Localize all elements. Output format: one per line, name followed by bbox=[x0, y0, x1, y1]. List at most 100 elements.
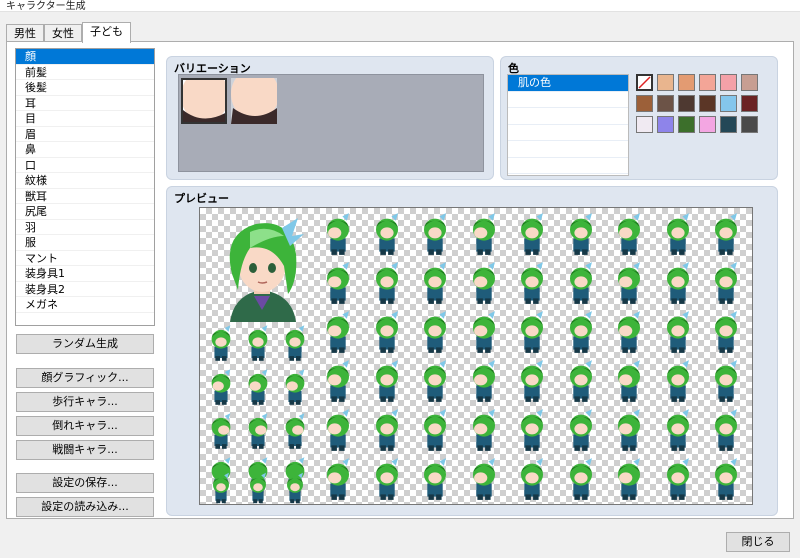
character-sprite bbox=[512, 212, 552, 259]
part-list-item[interactable]: 後髪 bbox=[16, 80, 154, 96]
walk-character-button[interactable]: 歩行キャラ... bbox=[16, 392, 154, 412]
character-sprite bbox=[512, 457, 552, 504]
part-list-item[interactable]: 鼻 bbox=[16, 142, 154, 158]
random-generate-button[interactable]: ランダム生成 bbox=[16, 334, 154, 354]
color-swatch[interactable] bbox=[741, 74, 758, 91]
close-button[interactable]: 閉じる bbox=[726, 532, 790, 552]
save-settings-button[interactable]: 設定の保存... bbox=[16, 473, 154, 493]
character-sprite bbox=[609, 457, 649, 504]
character-sprite bbox=[658, 212, 698, 259]
down-character-button[interactable]: 倒れキャラ... bbox=[16, 416, 154, 436]
list-item bbox=[508, 108, 628, 125]
load-settings-button[interactable]: 設定の読み込み... bbox=[16, 497, 154, 517]
character-sprite bbox=[512, 310, 552, 357]
part-list[interactable]: 顔前髪 後髪耳目眉鼻口紋様 獣耳 尻尾羽服マント 装身具1 装身具2 メガネ bbox=[15, 48, 155, 326]
character-sprite bbox=[561, 457, 601, 504]
character-sprite bbox=[609, 408, 649, 455]
color-swatch[interactable] bbox=[741, 95, 758, 112]
slash-icon bbox=[638, 76, 651, 89]
color-swatch[interactable] bbox=[720, 116, 737, 133]
character-sprite bbox=[280, 368, 310, 409]
character-sprite bbox=[206, 368, 236, 409]
color-swatch[interactable] bbox=[657, 116, 674, 133]
character-sprite bbox=[658, 359, 698, 406]
face-portrait bbox=[229, 218, 304, 322]
color-swatch[interactable] bbox=[636, 116, 653, 133]
part-list-item[interactable]: 口 bbox=[16, 158, 154, 173]
character-sprite bbox=[243, 368, 273, 409]
part-list-item[interactable]: 紋様 bbox=[16, 173, 154, 189]
preview-title: プレビュー bbox=[174, 192, 229, 205]
character-sprite bbox=[706, 310, 746, 357]
character-sprite bbox=[464, 261, 504, 308]
color-swatch[interactable] bbox=[657, 95, 674, 112]
part-list-item[interactable]: 顔 bbox=[16, 49, 154, 65]
part-list-item[interactable]: 装身具2 bbox=[16, 282, 154, 297]
character-sprite bbox=[243, 472, 273, 504]
color-swatch[interactable] bbox=[699, 116, 716, 133]
variation-group: バリエーション bbox=[166, 56, 494, 180]
character-sprite bbox=[706, 408, 746, 455]
character-sprite bbox=[464, 359, 504, 406]
color-swatch[interactable] bbox=[678, 95, 695, 112]
part-list-item[interactable]: 耳 bbox=[16, 96, 154, 111]
color-swatch[interactable] bbox=[741, 116, 758, 133]
color-swatch[interactable] bbox=[720, 95, 737, 112]
character-sprite bbox=[318, 310, 358, 357]
part-list-item[interactable]: 目 bbox=[16, 111, 154, 127]
part-list-item[interactable]: 羽 bbox=[16, 220, 154, 235]
preview-canvas bbox=[199, 207, 753, 505]
character-sprite bbox=[464, 310, 504, 357]
character-sprite bbox=[464, 457, 504, 504]
character-sprite bbox=[206, 472, 236, 504]
color-swatch[interactable] bbox=[657, 74, 674, 91]
variation-option[interactable] bbox=[181, 78, 227, 124]
variation-option[interactable] bbox=[231, 78, 277, 124]
list-item bbox=[508, 158, 628, 174]
preview-group: プレビュー bbox=[166, 186, 778, 516]
battle-character-button[interactable]: 戦闘キャラ... bbox=[16, 440, 154, 460]
part-list-item[interactable]: 服 bbox=[16, 235, 154, 251]
color-swatch[interactable] bbox=[699, 74, 716, 91]
character-sprite bbox=[512, 408, 552, 455]
list-item bbox=[508, 92, 628, 108]
color-target-list[interactable]: 肌の色 bbox=[507, 74, 629, 176]
color-swatch[interactable] bbox=[678, 116, 695, 133]
character-sprite bbox=[609, 359, 649, 406]
character-sprite bbox=[206, 324, 236, 365]
color-target-skin[interactable]: 肌の色 bbox=[508, 75, 628, 92]
color-swatch[interactable] bbox=[678, 74, 695, 91]
character-sprite bbox=[464, 408, 504, 455]
character-sprite bbox=[318, 359, 358, 406]
part-list-item[interactable]: 前髪 bbox=[16, 65, 154, 80]
character-sprite bbox=[318, 408, 358, 455]
character-sprite bbox=[561, 212, 601, 259]
character-sprite bbox=[318, 261, 358, 308]
character-sprite bbox=[464, 212, 504, 259]
character-sprite bbox=[367, 457, 407, 504]
list-item bbox=[508, 141, 628, 158]
character-sprite bbox=[206, 412, 236, 453]
character-sprite bbox=[415, 408, 455, 455]
color-swatch-grid bbox=[636, 74, 758, 133]
tab-child[interactable]: 子ども bbox=[82, 22, 131, 43]
color-swatch[interactable] bbox=[720, 74, 737, 91]
gender-tabs: 男性 女性 子ども bbox=[6, 22, 131, 43]
character-sprite bbox=[243, 412, 273, 453]
no-color-swatch[interactable] bbox=[636, 74, 653, 91]
part-list-item[interactable]: メガネ bbox=[16, 297, 154, 313]
face-skin-icon bbox=[231, 78, 277, 124]
part-list-item[interactable]: 眉 bbox=[16, 127, 154, 142]
character-sprite bbox=[367, 212, 407, 259]
character-sprite bbox=[658, 408, 698, 455]
face-graphic-button[interactable]: 顔グラフィック... bbox=[16, 368, 154, 388]
part-list-item[interactable]: 獣耳 bbox=[16, 189, 154, 204]
part-list-item[interactable]: 尻尾 bbox=[16, 204, 154, 220]
part-list-item[interactable]: 装身具1 bbox=[16, 266, 154, 282]
part-list-item[interactable]: マント bbox=[16, 251, 154, 266]
character-sprite bbox=[706, 457, 746, 504]
color-swatch[interactable] bbox=[699, 95, 716, 112]
character-sprite bbox=[415, 310, 455, 357]
character-sprite bbox=[243, 324, 273, 365]
color-swatch[interactable] bbox=[636, 95, 653, 112]
